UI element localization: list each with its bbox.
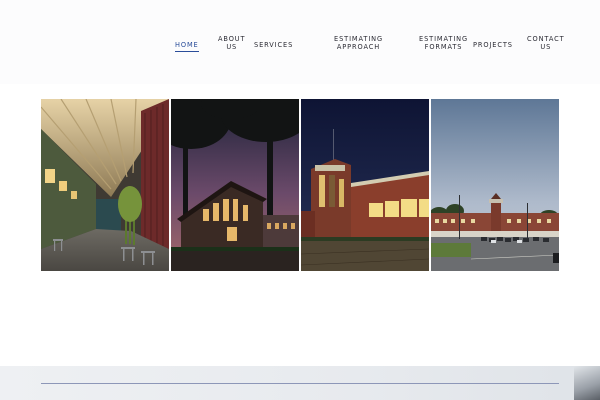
nav-services[interactable]: SERVICES	[254, 41, 293, 49]
nav-home-label: HOME	[175, 41, 199, 49]
nav-about-label-line1: ABOUT	[218, 35, 246, 43]
main-navigation: HOME ABOUT US SERVICES ESTIMATING APPROA…	[0, 0, 600, 84]
footer-corner-image	[574, 366, 600, 400]
nav-about-us[interactable]: ABOUT US	[218, 35, 245, 51]
nav-estimating-formats[interactable]: ESTIMATING FORMATS	[419, 35, 468, 51]
photo-building-dusk-trees[interactable]	[171, 99, 299, 271]
site-header: HOME ABOUT US SERVICES ESTIMATING APPROA…	[0, 0, 600, 84]
nav-services-label: SERVICES	[254, 41, 294, 49]
nav-about-label-line2: US	[226, 43, 238, 51]
footer-divider	[41, 383, 559, 384]
nav-home[interactable]: HOME	[175, 41, 199, 52]
nav-contact-label-line1: CONTACT	[527, 35, 565, 43]
nav-contact-label-line2: US	[540, 43, 552, 51]
nav-projects[interactable]: PROJECTS	[473, 41, 513, 49]
photo-campus-building-parking[interactable]	[431, 99, 559, 271]
nav-contact-us[interactable]: CONTACT US	[527, 35, 565, 51]
nav-estimating-approach[interactable]: ESTIMATING APPROACH	[334, 35, 383, 51]
nav-estimating-approach-line1: ESTIMATING	[334, 35, 384, 43]
nav-estimating-formats-line2: FORMATS	[424, 43, 463, 51]
nav-estimating-formats-line1: ESTIMATING	[419, 35, 469, 43]
project-photo-gallery	[41, 99, 559, 271]
photo-covered-walkway[interactable]	[41, 99, 169, 271]
nav-projects-label: PROJECTS	[473, 41, 513, 49]
nav-estimating-approach-line2: APPROACH	[336, 43, 381, 51]
photo-brick-building-night[interactable]	[301, 99, 429, 271]
